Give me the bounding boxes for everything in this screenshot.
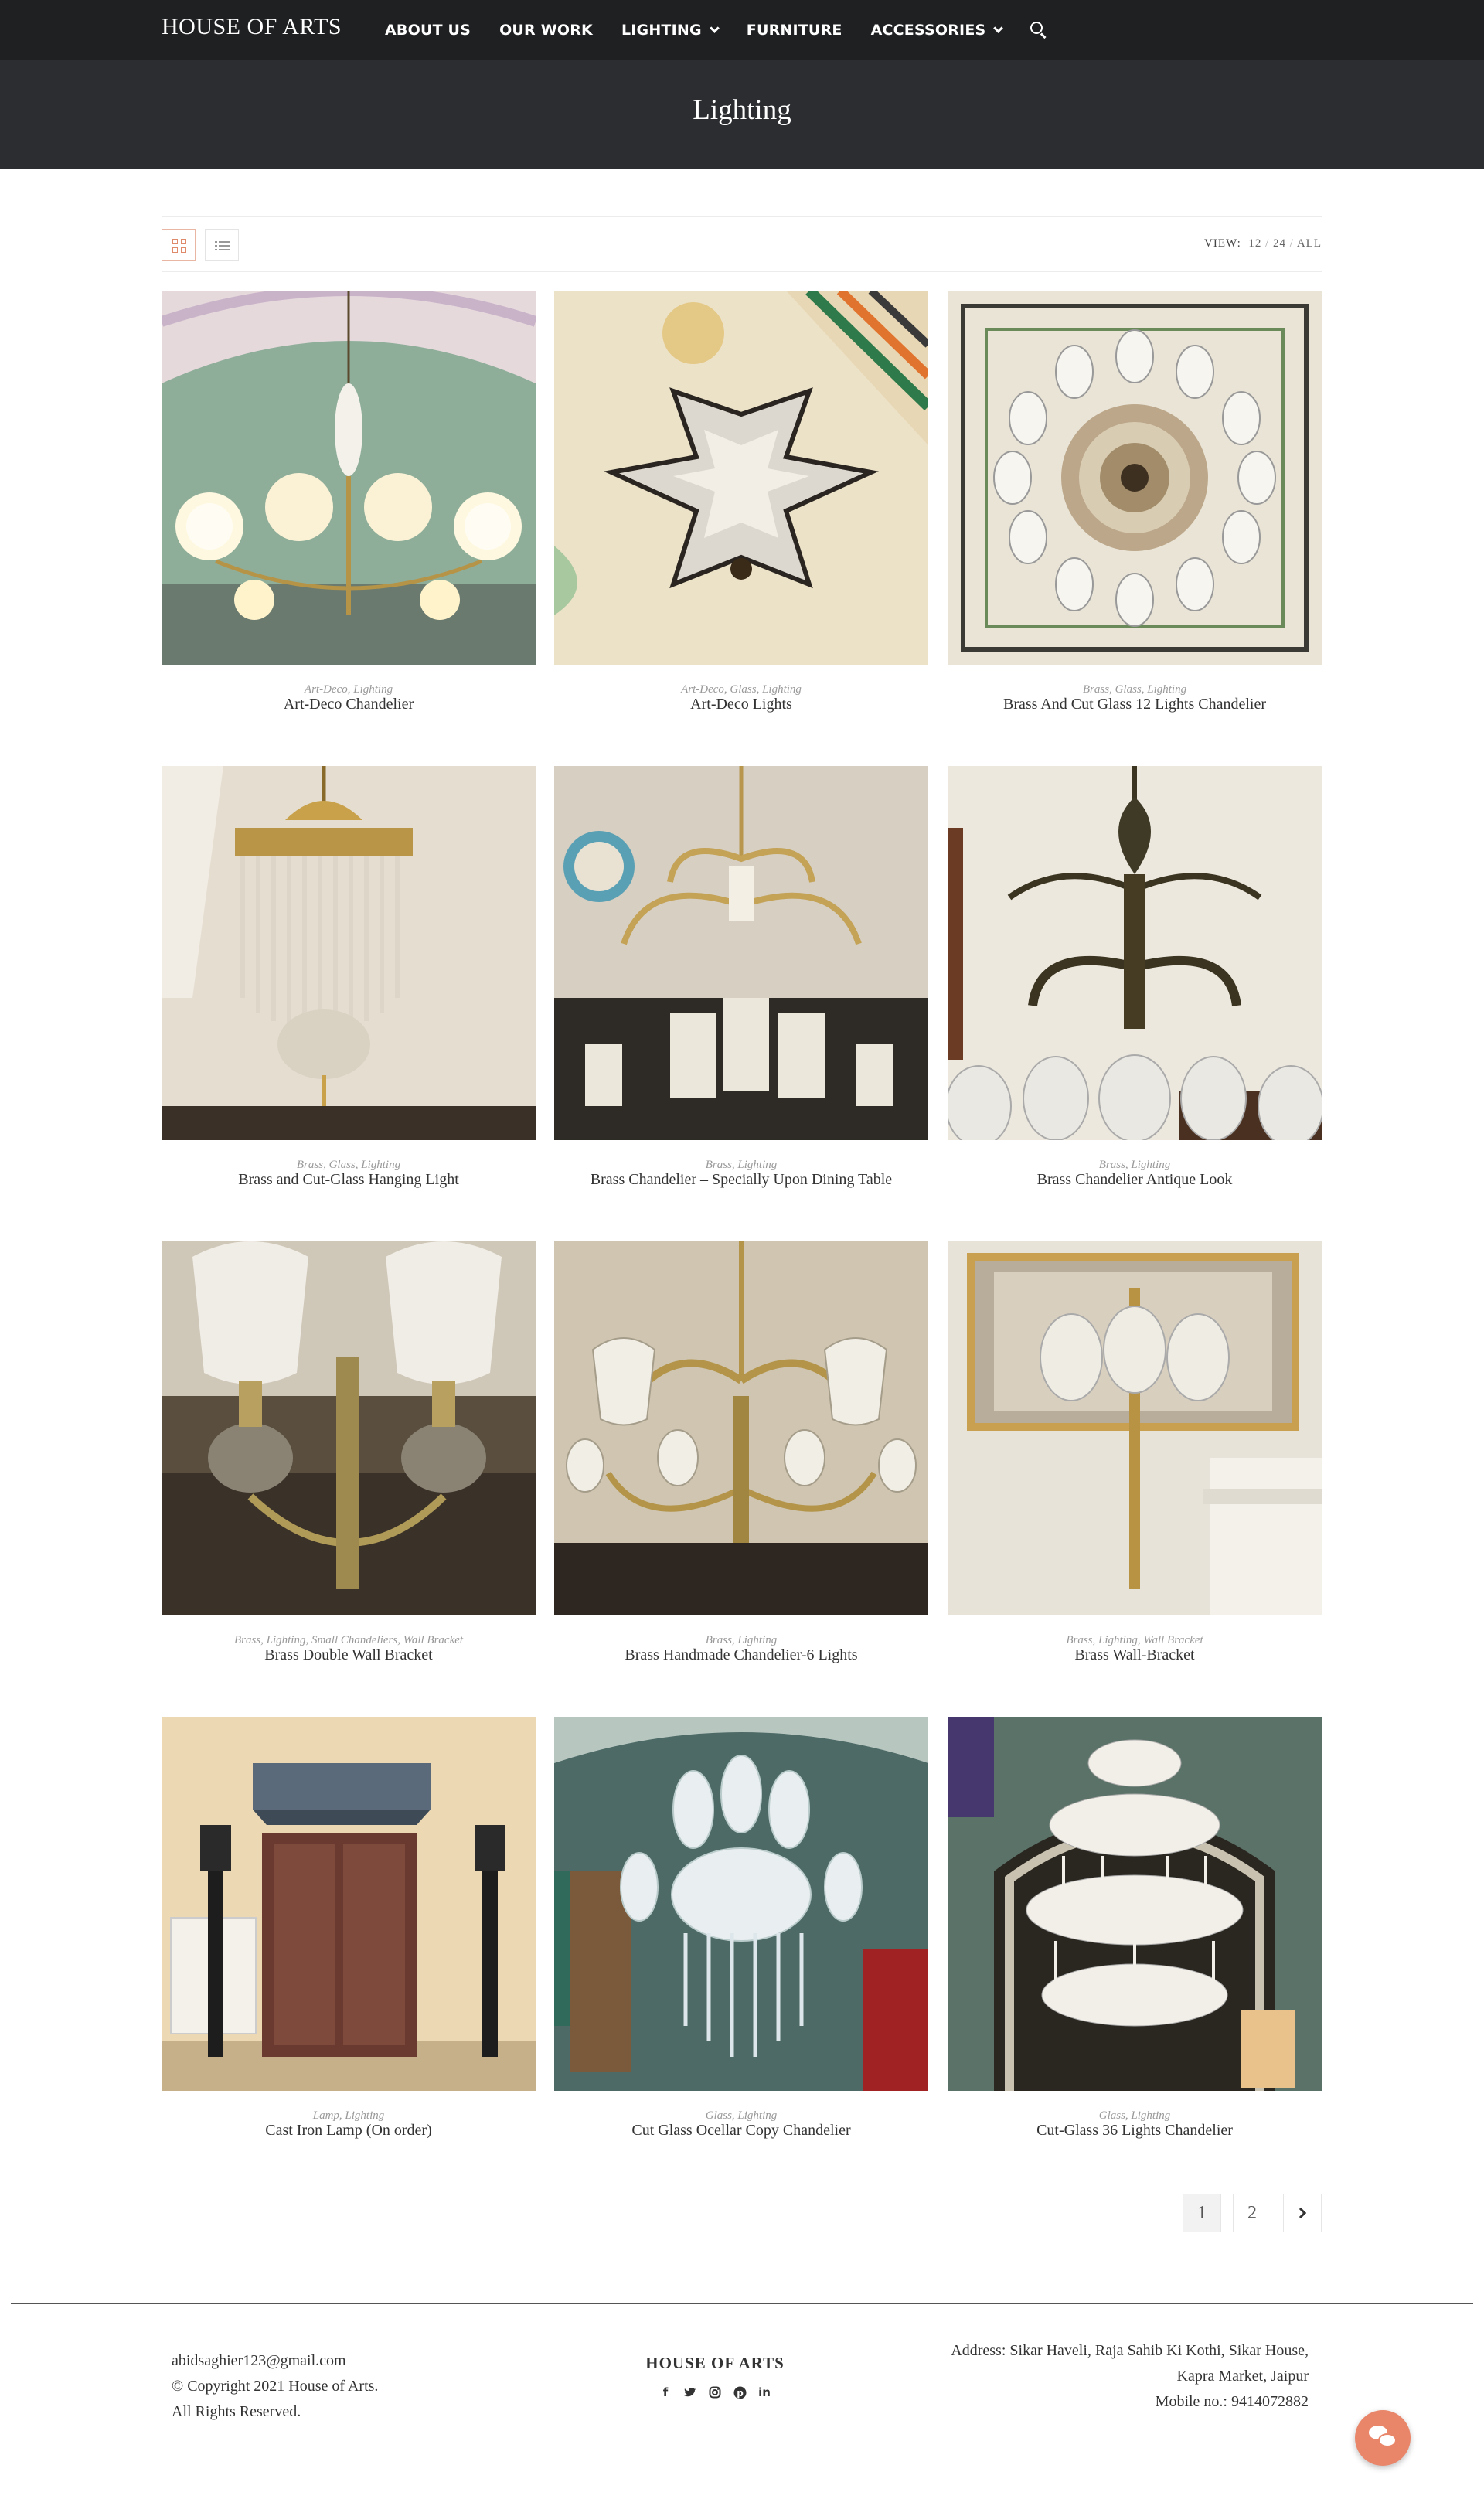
next-page-button[interactable]	[1283, 2194, 1322, 2232]
product-name[interactable]: Brass Chandelier Antique Look	[948, 1171, 1322, 1188]
nav-item-label: LIGHTING	[621, 21, 702, 39]
twitter-icon[interactable]	[682, 2384, 699, 2401]
nav-item-furniture[interactable]: FURNITURE	[747, 22, 842, 39]
nav-item-about-us[interactable]: ABOUT US	[385, 22, 471, 39]
product-image[interactable]	[948, 291, 1322, 665]
list-view-button[interactable]	[205, 229, 239, 261]
nav-item-accessories[interactable]: ACCESSORIES	[870, 21, 1004, 39]
product-categories[interactable]: Art-Deco, Glass, Lighting	[554, 683, 928, 696]
product-categories[interactable]: Brass, Lighting	[554, 1634, 928, 1646]
nav-item-lighting[interactable]: LIGHTING	[621, 21, 720, 39]
product-name[interactable]: Brass Handmade Chandelier-6 Lights	[554, 1646, 928, 1663]
view-option-24[interactable]: 24	[1273, 237, 1286, 250]
product-name[interactable]: Cut Glass Ocellar Copy Chandelier	[554, 2122, 928, 2139]
footer-brand-block: HOUSE OF ARTS f p in	[611, 2354, 819, 2401]
linkedin-icon[interactable]: in	[756, 2384, 773, 2401]
nav-item-our-work[interactable]: OUR WORK	[499, 22, 593, 39]
nav-item-label: ABOUT US	[385, 21, 471, 39]
chevron-right-icon	[1295, 2207, 1307, 2219]
product-card[interactable]: Glass, Lighting Cut Glass Ocellar Copy C…	[554, 1717, 928, 2139]
grid-view-button[interactable]	[162, 229, 196, 261]
product-card[interactable]: Brass, Lighting Brass Handmade Chandelie…	[554, 1241, 928, 1663]
address-line-2: Kapra Market, Jaipur	[1176, 2368, 1309, 2385]
address-line-1: Address: Sikar Haveli, Raja Sahib Ki Kot…	[951, 2342, 1309, 2359]
products-per-page: VIEW: 12 / 24 / ALL	[1204, 237, 1322, 250]
product-card[interactable]: Art-Deco, Lighting Art-Deco Chandelier	[162, 291, 536, 713]
product-card[interactable]: Brass, Glass, Lighting Brass And Cut Gla…	[948, 291, 1322, 713]
product-card[interactable]: Brass, Lighting Brass Chandelier Antique…	[948, 766, 1322, 1188]
shop-toolbar: VIEW: 12 / 24 / ALL	[162, 216, 1322, 272]
footer-email[interactable]: abidsaghier123@gmail.com	[172, 2348, 378, 2374]
footer-copyright: © Copyright 2021 House of Arts.	[172, 2378, 379, 2395]
nav-item-label: OUR WORK	[499, 21, 593, 39]
product-image[interactable]	[162, 1241, 536, 1615]
product-image[interactable]	[554, 291, 928, 665]
site-logo[interactable]: HOUSE OF ARTS	[162, 14, 342, 40]
product-categories[interactable]: Brass, Lighting	[948, 1159, 1322, 1171]
nav-item-label: FURNITURE	[746, 21, 842, 39]
chat-button[interactable]	[1355, 2410, 1411, 2466]
product-name[interactable]: Brass Chandelier – Specially Upon Dining…	[554, 1171, 928, 1188]
page-title: Lighting	[693, 94, 791, 126]
footer-address: Address: Sikar Haveli, Raja Sahib Ki Kot…	[951, 2338, 1309, 2415]
chevron-down-icon	[709, 22, 720, 33]
product-name[interactable]: Cut-Glass 36 Lights Chandelier	[948, 2122, 1322, 2139]
product-image[interactable]	[948, 1241, 1322, 1615]
product-card[interactable]: Brass, Lighting, Wall Bracket Brass Wall…	[948, 1241, 1322, 1663]
product-categories[interactable]: Brass, Glass, Lighting	[162, 1159, 536, 1171]
product-image[interactable]	[554, 766, 928, 1140]
product-name[interactable]: Cast Iron Lamp (On order)	[162, 2122, 536, 2139]
footer-brand: HOUSE OF ARTS	[645, 2354, 785, 2372]
product-card[interactable]: Glass, Lighting Cut-Glass 36 Lights Chan…	[948, 1717, 1322, 2139]
product-name[interactable]: Art-Deco Lights	[554, 696, 928, 713]
product-image[interactable]	[948, 766, 1322, 1140]
instagram-icon[interactable]	[706, 2384, 723, 2401]
footer-divider	[11, 2303, 1473, 2304]
footer-rights: All Rights Reserved.	[172, 2403, 301, 2420]
product-card[interactable]: Lamp, Lighting Cast Iron Lamp (On order)	[162, 1717, 536, 2139]
pagination: 1 2	[1171, 2194, 1322, 2232]
nav-item-label: ACCESSORIES	[870, 21, 986, 39]
product-card[interactable]: Art-Deco, Glass, Lighting Art-Deco Light…	[554, 291, 928, 713]
product-card[interactable]: Brass, Lighting Brass Chandelier – Speci…	[554, 766, 928, 1188]
product-card[interactable]: Brass, Lighting, Small Chandeliers, Wall…	[162, 1241, 536, 1663]
product-categories[interactable]: Glass, Lighting	[554, 2109, 928, 2122]
product-image[interactable]	[162, 1717, 536, 2091]
page-1-button[interactable]: 1	[1183, 2194, 1221, 2232]
product-name[interactable]: Brass Double Wall Bracket	[162, 1646, 536, 1663]
product-categories[interactable]: Art-Deco, Lighting	[162, 683, 536, 696]
product-name[interactable]: Brass and Cut-Glass Hanging Light	[162, 1171, 536, 1188]
product-categories[interactable]: Brass, Lighting	[554, 1159, 928, 1171]
view-option-12[interactable]: 12	[1248, 237, 1261, 250]
pinterest-icon[interactable]: p	[731, 2384, 748, 2401]
view-label: VIEW:	[1204, 237, 1241, 250]
chevron-down-icon	[993, 22, 1004, 33]
product-categories[interactable]: Brass, Lighting, Small Chandeliers, Wall…	[162, 1634, 536, 1646]
product-categories[interactable]: Brass, Lighting, Wall Bracket	[948, 1634, 1322, 1646]
product-image[interactable]	[948, 1717, 1322, 2091]
page-2-button[interactable]: 2	[1233, 2194, 1271, 2232]
page-header: Lighting	[0, 60, 1484, 169]
main-menu: ABOUT US OUR WORK LIGHTING FURNITURE ACC…	[385, 0, 1047, 60]
product-categories[interactable]: Lamp, Lighting	[162, 2109, 536, 2122]
product-image[interactable]	[554, 1241, 928, 1615]
product-image[interactable]	[162, 291, 536, 665]
footer-contact: abidsaghier123@gmail.com © Copyright 202…	[172, 2348, 378, 2425]
view-option-all[interactable]: ALL	[1297, 237, 1322, 250]
product-name[interactable]: Brass And Cut Glass 12 Lights Chandelier	[948, 696, 1322, 713]
product-name[interactable]: Art-Deco Chandelier	[162, 696, 536, 713]
product-categories[interactable]: Glass, Lighting	[948, 2109, 1322, 2122]
product-card[interactable]: Brass, Glass, Lighting Brass and Cut-Gla…	[162, 766, 536, 1188]
top-nav: HOUSE OF ARTS ABOUT US OUR WORK LIGHTING…	[0, 0, 1484, 60]
product-image[interactable]	[554, 1717, 928, 2091]
mobile-number: Mobile no.: 9414072882	[1155, 2393, 1309, 2410]
product-image[interactable]	[162, 766, 536, 1140]
product-categories[interactable]: Brass, Glass, Lighting	[948, 683, 1322, 696]
facebook-icon[interactable]: f	[657, 2384, 674, 2401]
svg-text:p: p	[737, 2388, 744, 2399]
search-icon[interactable]	[1030, 21, 1047, 39]
social-links: f p in	[611, 2384, 819, 2401]
product-name[interactable]: Brass Wall-Bracket	[948, 1646, 1322, 1663]
